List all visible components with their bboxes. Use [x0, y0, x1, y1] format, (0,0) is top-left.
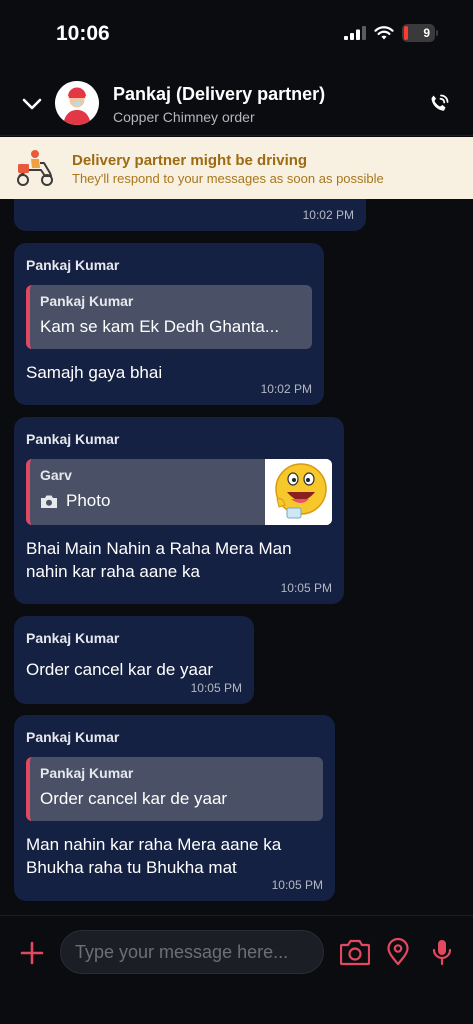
message-bubble: Pankaj Kumar Pankaj Kumar Order cancel k…	[14, 715, 335, 901]
delivery-partner-avatar[interactable]	[55, 81, 99, 125]
message-sender: Pankaj Kumar	[26, 630, 120, 646]
message-sender: Pankaj Kumar	[26, 257, 120, 273]
battery-cap	[436, 30, 438, 36]
message-text: Order cancel kar de yaar	[26, 660, 214, 679]
message-time: 10:05 PM	[280, 581, 332, 595]
banner-subtitle: They'll respond to your messages as soon…	[72, 171, 384, 186]
message-bubble: 10:02 PM	[14, 199, 366, 231]
quote-sender: Garv	[40, 467, 72, 483]
plus-icon[interactable]	[20, 941, 44, 965]
message-composer	[0, 915, 473, 1024]
status-bar: 10:06 9	[0, 0, 473, 70]
message-time: 10:02 PM	[260, 382, 312, 396]
message-time: 10:02 PM	[302, 208, 354, 222]
message-time: 10:05 PM	[271, 878, 323, 892]
camera-icon[interactable]	[340, 938, 370, 966]
microphone-icon[interactable]	[430, 938, 454, 966]
quoted-message[interactable]: Garv Photo	[26, 459, 332, 525]
quote-text: Order cancel kar de yaar	[40, 789, 228, 808]
message-bubble: Pankaj Kumar Order cancel kar de yaar 10…	[14, 616, 254, 704]
scooter-icon	[17, 150, 53, 186]
message-sender: Pankaj Kumar	[26, 431, 120, 447]
message-input[interactable]	[60, 930, 324, 974]
laughing-emoji-image	[265, 459, 332, 525]
quote-text: Photo	[66, 491, 111, 510]
chat-header: Pankaj (Delivery partner) Copper Chimney…	[0, 70, 473, 136]
chevron-down-icon[interactable]	[20, 92, 44, 116]
camera-icon	[41, 495, 57, 508]
message-time: 10:05 PM	[190, 681, 242, 695]
chat-title: Pankaj (Delivery partner)	[113, 84, 326, 104]
battery-fill	[404, 26, 408, 40]
message-text: Bhai Main Nahin a Raha Mera Man nahin ka…	[26, 539, 292, 581]
message-sender: Pankaj Kumar	[26, 729, 120, 745]
phone-call-icon[interactable]	[427, 92, 451, 116]
battery-indicator: 9	[402, 24, 438, 42]
message-bubble: Pankaj Kumar Garv Photo Bhai Main Nahin …	[14, 417, 344, 604]
delivery-rider-icon	[55, 81, 99, 125]
quoted-message[interactable]: Pankaj Kumar Kam se kam Ek Dedh Ghanta..…	[26, 285, 312, 349]
banner-title: Delivery partner might be driving	[72, 152, 308, 169]
chat-subtitle: Copper Chimney order	[113, 109, 255, 125]
wifi-icon	[374, 25, 394, 39]
photo-thumbnail[interactable]	[265, 459, 332, 525]
message-text: Samajh gaya bhai	[26, 363, 163, 382]
photo-label-row: Photo	[40, 491, 252, 511]
quoted-message[interactable]: Pankaj Kumar Order cancel kar de yaar	[26, 757, 323, 821]
quote-sender: Pankaj Kumar	[40, 765, 134, 781]
status-icons: 9	[344, 24, 438, 42]
driving-warning-banner: Delivery partner might be driving They'l…	[0, 137, 473, 199]
status-time: 10:06	[56, 22, 110, 45]
message-bubble: Pankaj Kumar Pankaj Kumar Kam se kam Ek …	[14, 243, 324, 405]
message-text: Man nahin kar raha Mera aane ka Bhukha r…	[26, 835, 282, 877]
chat-thread[interactable]: 10:02 PM Pankaj Kumar Pankaj Kumar Kam s…	[0, 199, 473, 915]
location-pin-icon[interactable]	[386, 938, 410, 966]
quote-sender: Pankaj Kumar	[40, 293, 134, 309]
signal-icon	[344, 26, 366, 40]
battery-level: 9	[423, 26, 430, 40]
quote-text: Kam se kam Ek Dedh Ghanta...	[40, 317, 280, 336]
